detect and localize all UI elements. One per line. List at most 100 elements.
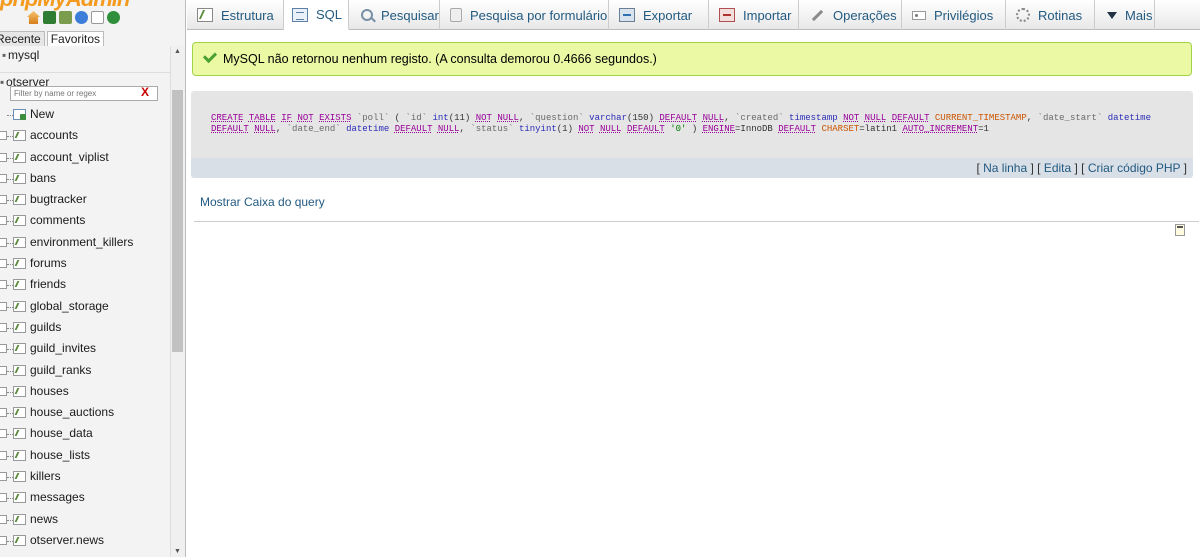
clear-filter-button[interactable]: X	[141, 85, 149, 100]
expand-icon[interactable]	[0, 259, 7, 269]
expand-icon[interactable]	[0, 237, 7, 247]
query-window-icon[interactable]	[59, 11, 72, 24]
nav-scrollbar[interactable]: ▲ ▼	[170, 46, 185, 557]
expand-icon[interactable]	[0, 514, 7, 524]
expand-icon[interactable]	[0, 450, 7, 460]
logo[interactable]: phpMyAdmin	[0, 0, 160, 10]
table-item[interactable]: accounts	[0, 125, 170, 146]
table-item[interactable]: houses	[0, 381, 170, 402]
table-icon[interactable]	[13, 258, 26, 270]
table-item[interactable]: comments	[0, 210, 170, 231]
tab-estrutura[interactable]: Estrutura	[187, 0, 284, 30]
table-item[interactable]: friends	[0, 274, 170, 295]
tab-privil-gios[interactable]: Privilégios	[902, 0, 1006, 30]
table-icon[interactable]	[13, 364, 26, 376]
table-item[interactable]: guild_invites	[0, 338, 170, 359]
tab-mais[interactable]: Mais	[1095, 0, 1155, 30]
table-icon[interactable]	[13, 343, 26, 355]
db-mysql[interactable]: ▪ mysql	[0, 46, 170, 66]
table-item[interactable]: bans	[0, 168, 170, 189]
tab-pesquisa-por-formul-rio[interactable]: Pesquisa por formulário	[440, 0, 609, 30]
table-icon[interactable]	[13, 407, 26, 419]
privileges-icon	[912, 10, 926, 20]
table-item[interactable]: house_data	[0, 423, 170, 444]
create-php-code-link[interactable]: Criar código PHP	[1088, 161, 1180, 175]
inline-edit-link[interactable]: Na linha	[983, 161, 1027, 175]
table-item[interactable]: otserver.news	[0, 530, 170, 551]
table-item[interactable]: environment_killers	[0, 232, 170, 253]
tab-sql[interactable]: SQL	[284, 0, 349, 30]
check-icon	[202, 48, 218, 64]
table-icon[interactable]	[13, 151, 26, 163]
scroll-down-icon[interactable]: ▼	[174, 548, 181, 555]
expand-icon[interactable]	[0, 408, 7, 418]
new-table-item[interactable]: New	[0, 104, 170, 125]
table-item[interactable]: forums	[0, 253, 170, 274]
tab-opera-es[interactable]: Operações	[799, 0, 902, 30]
table-icon[interactable]	[13, 449, 26, 461]
table-icon[interactable]	[13, 172, 26, 184]
expand-icon[interactable]	[0, 472, 7, 482]
table-icon[interactable]	[13, 194, 26, 206]
expand-icon[interactable]	[0, 344, 7, 354]
tab-recent[interactable]: Recente	[0, 31, 45, 46]
table-icon[interactable]	[13, 492, 26, 504]
table-item[interactable]: news	[0, 509, 170, 530]
tab-exportar[interactable]: Exportar	[609, 0, 709, 30]
expand-icon[interactable]	[0, 216, 7, 226]
table-name: bugtracker	[30, 192, 87, 207]
home-icon[interactable]	[27, 11, 40, 24]
table-item[interactable]: guild_ranks	[0, 360, 170, 381]
logout-icon[interactable]	[43, 11, 56, 24]
table-item[interactable]: account_viplist	[0, 147, 170, 168]
table-icon[interactable]	[13, 513, 26, 525]
table-icon[interactable]	[13, 300, 26, 312]
expand-icon[interactable]	[0, 365, 7, 375]
table-item[interactable]: house_auctions	[0, 402, 170, 423]
table-icon[interactable]	[13, 321, 26, 333]
new-table-icon	[13, 109, 26, 120]
table-item[interactable]: killers	[0, 466, 170, 487]
table-icon[interactable]	[13, 279, 26, 291]
table-icon[interactable]	[13, 236, 26, 248]
expand-icon[interactable]	[0, 493, 7, 503]
help-icon[interactable]	[75, 11, 88, 24]
expand-icon[interactable]	[0, 386, 7, 396]
documentation-icon[interactable]	[91, 11, 104, 24]
table-item[interactable]: guilds	[0, 317, 170, 338]
tab-rotinas[interactable]: Rotinas	[1006, 0, 1095, 30]
expand-icon[interactable]	[0, 173, 7, 183]
table-name: environment_killers	[30, 234, 134, 249]
table-item[interactable]: global_storage	[0, 296, 170, 317]
expand-icon[interactable]	[0, 152, 7, 162]
table-icon[interactable]	[13, 534, 26, 546]
expand-icon[interactable]	[0, 535, 7, 545]
edit-link[interactable]: Edita	[1044, 161, 1071, 175]
table-name: news	[30, 511, 59, 526]
expand-icon[interactable]	[0, 322, 7, 332]
table-icon[interactable]	[13, 215, 26, 227]
table-filter-input[interactable]	[10, 86, 158, 101]
table-icon[interactable]	[13, 130, 26, 142]
show-query-box-link[interactable]: Mostrar Caixa do query	[200, 195, 325, 209]
tab-pesquisar[interactable]: Pesquisar	[349, 0, 440, 30]
table-icon[interactable]	[13, 471, 26, 483]
table-item[interactable]: bugtracker	[0, 189, 170, 210]
expand-icon[interactable]	[0, 429, 7, 439]
scroll-up-icon[interactable]: ▲	[174, 48, 181, 55]
console-toggle-icon[interactable]	[1175, 224, 1185, 236]
top-menu: Estrutura SQL Pesquisar Pesquisa por formul…	[187, 0, 1200, 30]
table-item[interactable]: messages	[0, 487, 170, 508]
expand-icon[interactable]	[0, 131, 7, 141]
reload-icon[interactable]	[107, 11, 120, 24]
expand-icon[interactable]	[0, 301, 7, 311]
expand-icon[interactable]	[0, 280, 7, 290]
table-name: otserver.news	[30, 532, 105, 547]
tab-importar[interactable]: Importar	[709, 0, 799, 30]
table-icon[interactable]	[13, 428, 26, 440]
expand-icon[interactable]	[0, 195, 7, 205]
tab-favorites[interactable]: Favoritos	[46, 31, 105, 46]
table-icon[interactable]	[13, 385, 26, 397]
scroll-thumb[interactable]	[172, 90, 183, 352]
table-item[interactable]: house_lists	[0, 445, 170, 466]
